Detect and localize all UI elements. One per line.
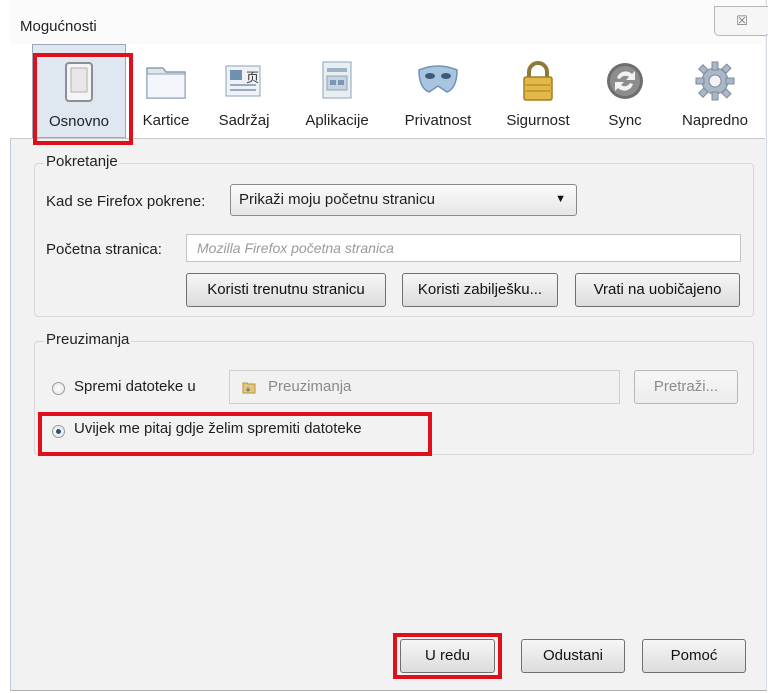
- tab-privatnost[interactable]: Privatnost: [394, 44, 482, 136]
- chevron-down-icon: ▼: [555, 193, 566, 205]
- tab-osnovno[interactable]: Osnovno: [32, 44, 126, 138]
- folder-icon: [242, 382, 256, 394]
- switch-icon: [65, 62, 93, 102]
- homepage-placeholder: Mozilla Firefox početna stranica: [197, 240, 394, 256]
- gear-icon: [695, 61, 735, 101]
- tab-aplikacije[interactable]: Aplikacije: [295, 44, 379, 136]
- startup-select-value: Prikaži moju početnu stranicu: [239, 191, 435, 208]
- tab-label: Aplikacije: [305, 112, 369, 129]
- category-toolbar: Osnovno Kartice 页 Sadržaj Aplikacije Pri…: [10, 44, 765, 139]
- tab-label: Osnovno: [48, 113, 110, 130]
- save-files-radio[interactable]: [52, 382, 65, 395]
- tab-sync[interactable]: Sync: [594, 44, 656, 136]
- help-button[interactable]: Pomoć: [642, 639, 746, 673]
- use-current-page-button[interactable]: Koristi trenutnu stranicu: [186, 273, 386, 307]
- tab-sadrzaj[interactable]: 页 Sadržaj: [208, 44, 280, 136]
- tab-label: Kartice: [142, 112, 190, 129]
- tab-label: Sadržaj: [218, 112, 270, 129]
- tab-label: Sync: [608, 112, 642, 129]
- download-folder-field[interactable]: Preuzimanja: [229, 370, 620, 404]
- tab-label: Napredno: [682, 112, 748, 129]
- content-icon: 页: [225, 65, 261, 97]
- tab-label: Privatnost: [404, 112, 472, 129]
- cancel-button[interactable]: Odustani: [521, 639, 625, 673]
- close-button[interactable]: ☒: [714, 6, 768, 36]
- browse-button[interactable]: Pretraži...: [634, 370, 738, 404]
- svg-text:页: 页: [246, 71, 259, 86]
- download-folder-value: Preuzimanja: [268, 378, 352, 395]
- tab-napredno[interactable]: Napredno: [674, 44, 756, 136]
- applications-icon: [322, 61, 352, 99]
- restore-default-button[interactable]: Vrati na uobičajeno: [575, 273, 740, 307]
- startup-select[interactable]: Prikaži moju početnu stranicu ▼: [230, 184, 577, 216]
- use-bookmark-button[interactable]: Koristi zabilješku...: [402, 273, 558, 307]
- lock-icon: [523, 61, 553, 101]
- tabs-icon: [146, 67, 186, 99]
- tab-kartice[interactable]: Kartice: [130, 44, 202, 136]
- save-files-label: Spremi datoteke u: [74, 378, 196, 395]
- homepage-label: Početna stranica:: [46, 241, 162, 258]
- startup-group-title: Pokretanje: [44, 153, 120, 170]
- ok-button[interactable]: U redu: [400, 639, 495, 673]
- tab-sigurnost[interactable]: Sigurnost: [496, 44, 580, 136]
- window-title: Mogućnosti: [20, 18, 97, 35]
- title-bar: Mogućnosti ☒: [10, 0, 768, 44]
- tab-label: Sigurnost: [506, 112, 570, 129]
- when-starts-label: Kad se Firefox pokrene:: [46, 193, 206, 210]
- always-ask-label: Uvijek me pitaj gdje želim spremiti dato…: [74, 420, 362, 437]
- mask-icon: [418, 65, 458, 93]
- always-ask-radio[interactable]: [52, 425, 65, 438]
- homepage-input[interactable]: Mozilla Firefox početna stranica: [186, 234, 741, 262]
- sync-icon: [607, 63, 643, 99]
- downloads-group-title: Preuzimanja: [44, 331, 132, 348]
